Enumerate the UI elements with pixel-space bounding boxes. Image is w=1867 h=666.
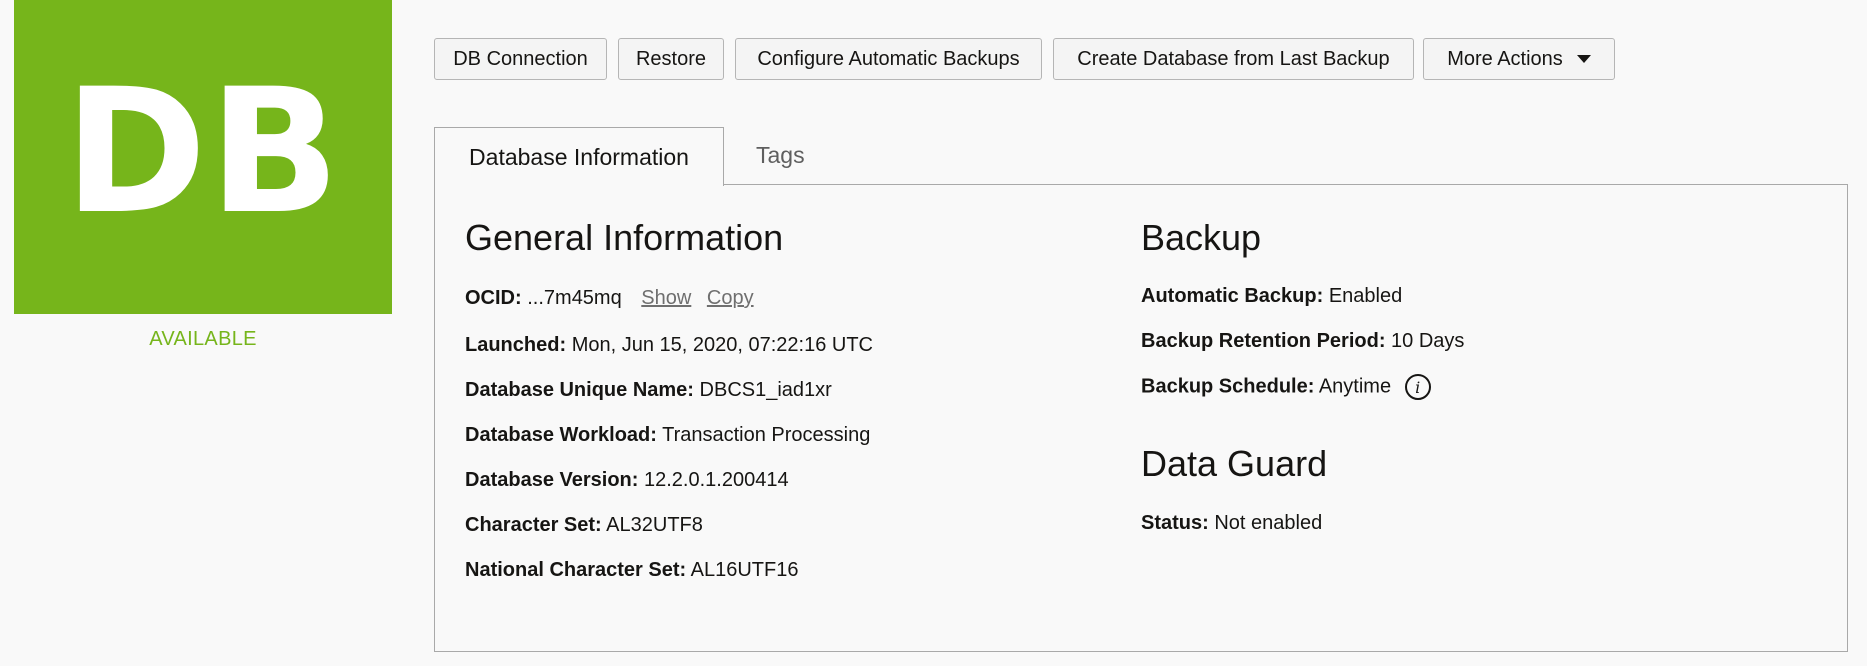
ocid-row: OCID: ...7m45mq Show Copy [465, 287, 754, 310]
workload-value: Transaction Processing [662, 424, 871, 446]
version-label: Database Version: [465, 469, 639, 491]
unique-name-label: Database Unique Name: [465, 379, 694, 401]
tab-database-information[interactable]: Database Information [434, 127, 724, 186]
version-value: 12.2.0.1.200414 [643, 469, 789, 491]
version-row: Database Version: 12.2.0.1.200414 [465, 469, 789, 492]
badge-text: DB [64, 51, 342, 252]
backup-schedule-value: Anytime [1318, 375, 1392, 398]
retention-period-label: Backup Retention Period: [1141, 330, 1386, 352]
ocid-value: ...7m45mq [527, 287, 622, 309]
automatic-backup-value: Enabled [1328, 285, 1403, 307]
tab-tags[interactable]: Tags [756, 142, 805, 169]
backup-schedule-row: Backup Schedule: Anytime i [1141, 374, 1431, 400]
show-ocid-link[interactable]: Show [641, 287, 691, 309]
automatic-backup-label: Automatic Backup: [1141, 285, 1324, 307]
retention-period-value: 10 Days [1391, 330, 1465, 352]
create-database-from-backup-button[interactable]: Create Database from Last Backup [1053, 38, 1414, 80]
data-guard-status-value: Not enabled [1214, 512, 1323, 534]
launched-value: Mon, Jun 15, 2020, 07:22:16 UTC [571, 334, 873, 356]
unique-name-row: Database Unique Name: DBCS1_iad1xr [465, 379, 832, 402]
more-actions-label: More Actions [1447, 47, 1563, 70]
workload-row: Database Workload: Transaction Processin… [465, 424, 870, 447]
data-guard-status-label: Status: [1141, 512, 1209, 534]
configure-automatic-backups-button[interactable]: Configure Automatic Backups [735, 38, 1042, 80]
character-set-row: Character Set: AL32UTF8 [465, 514, 703, 537]
database-information-panel: General Information OCID: ...7m45mq Show… [434, 184, 1848, 652]
db-connection-button[interactable]: DB Connection [434, 38, 607, 80]
backup-heading: Backup [1141, 217, 1262, 258]
character-set-label: Character Set: [465, 514, 602, 536]
data-guard-status-row: Status: Not enabled [1141, 512, 1322, 535]
character-set-value: AL32UTF8 [606, 514, 703, 536]
copy-ocid-link[interactable]: Copy [707, 287, 754, 309]
ocid-label: OCID: [465, 287, 522, 309]
general-information-heading: General Information [465, 217, 784, 258]
launched-label: Launched: [465, 334, 567, 356]
automatic-backup-row: Automatic Backup: Enabled [1141, 285, 1402, 308]
backup-schedule-label: Backup Schedule: [1141, 375, 1315, 398]
retention-period-row: Backup Retention Period: 10 Days [1141, 330, 1464, 353]
data-guard-heading: Data Guard [1141, 443, 1328, 484]
lifecycle-state: AVAILABLE [149, 328, 257, 350]
national-character-set-label: National Character Set: [465, 559, 687, 581]
national-character-set-value: AL16UTF16 [690, 559, 799, 581]
national-character-set-row: National Character Set: AL16UTF16 [465, 559, 798, 582]
restore-button[interactable]: Restore [618, 38, 724, 80]
database-badge: DB [14, 0, 392, 314]
workload-label: Database Workload: [465, 424, 657, 446]
unique-name-value: DBCS1_iad1xr [699, 379, 832, 401]
caret-down-icon [1576, 55, 1591, 63]
info-icon[interactable]: i [1404, 374, 1431, 400]
launched-row: Launched: Mon, Jun 15, 2020, 07:22:16 UT… [465, 334, 873, 357]
more-actions-button[interactable]: More Actions [1423, 38, 1615, 80]
